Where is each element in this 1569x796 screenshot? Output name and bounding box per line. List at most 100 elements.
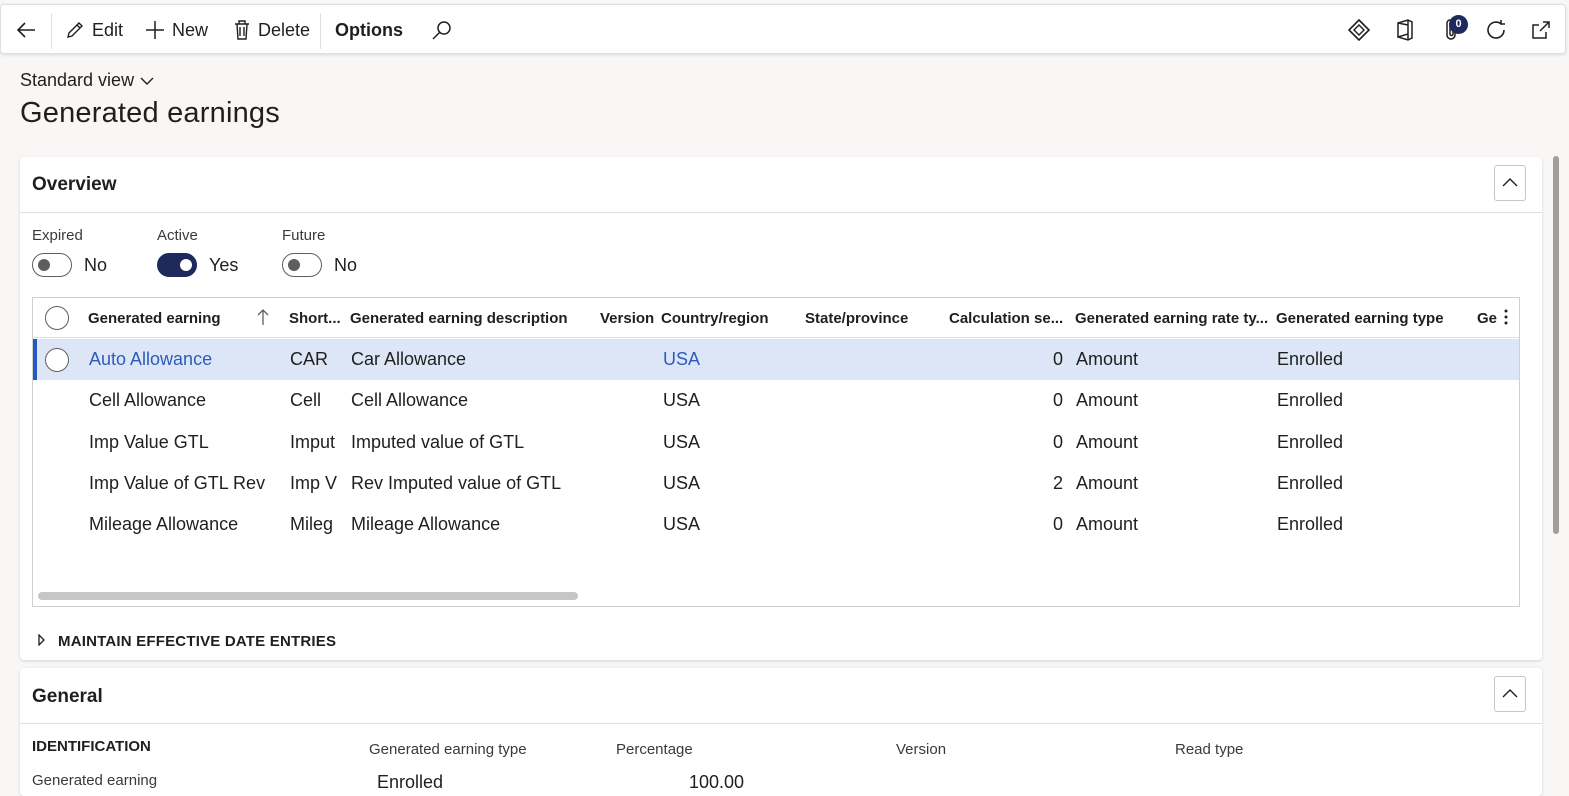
rate-type-cell: Amount bbox=[1076, 473, 1139, 493]
office-button[interactable] bbox=[1394, 5, 1416, 55]
open-new-window-button[interactable] bbox=[1529, 5, 1553, 55]
caret-right-icon bbox=[38, 633, 46, 650]
version-label: Version bbox=[896, 741, 947, 758]
sort-ascending-icon[interactable] bbox=[257, 308, 269, 331]
earning-type-cell: Enrolled bbox=[1277, 514, 1344, 534]
description-cell: Cell Allowance bbox=[351, 390, 469, 410]
column-header-short[interactable]: Short... bbox=[289, 310, 341, 327]
column-header-calculation-sequence[interactable]: Calculation se... bbox=[949, 310, 1063, 327]
options-tab[interactable]: Options bbox=[335, 5, 403, 55]
active-toggle[interactable] bbox=[157, 253, 197, 277]
row-select-radio[interactable] bbox=[45, 348, 69, 372]
diamond-icon bbox=[1347, 18, 1371, 42]
short-name-cell: Imput bbox=[290, 432, 336, 452]
generated-earnings-grid: Generated earning Short... Generated ear… bbox=[32, 297, 1520, 607]
table-row[interactable]: Mileage Allowance Mileg Mileage Allowanc… bbox=[33, 504, 1519, 545]
select-all-radio[interactable] bbox=[45, 306, 69, 330]
power-apps-button[interactable] bbox=[1347, 5, 1371, 55]
calc-seq-cell: 2 bbox=[1052, 473, 1063, 493]
general-card: General IDENTIFICATION Generated earning… bbox=[20, 668, 1542, 796]
filter-label: Expired bbox=[32, 227, 83, 244]
chevron-up-icon bbox=[1502, 174, 1518, 192]
earning-link[interactable]: Auto Allowance bbox=[89, 349, 212, 370]
general-header[interactable]: General bbox=[20, 668, 1542, 724]
toggle-value: No bbox=[334, 254, 358, 275]
search-button[interactable] bbox=[431, 5, 453, 55]
short-name-cell: Imp V bbox=[290, 473, 338, 493]
short-name-cell: CAR bbox=[290, 349, 329, 369]
identification-heading: IDENTIFICATION bbox=[32, 738, 151, 755]
country-cell: USA bbox=[663, 390, 701, 410]
back-button[interactable] bbox=[15, 5, 39, 55]
earning-type-label: Generated earning type bbox=[369, 741, 527, 758]
generated-earning-label: Generated earning bbox=[32, 772, 158, 789]
filter-active: Active Yes bbox=[157, 227, 238, 277]
edit-button[interactable]: Edit bbox=[64, 5, 123, 55]
filter-future: Future No bbox=[282, 227, 357, 277]
horizontal-scrollbar[interactable] bbox=[38, 592, 578, 600]
expired-toggle[interactable] bbox=[32, 253, 72, 277]
earning-type-cell: Enrolled bbox=[1277, 473, 1344, 493]
table-row[interactable]: Imp Value GTL Imput Imputed value of GTL… bbox=[33, 422, 1519, 463]
table-row[interactable]: Cell Allowance Cell Cell Allowance USA 0… bbox=[33, 380, 1519, 421]
toolbar-divider bbox=[320, 13, 321, 49]
calc-seq-cell: 0 bbox=[1052, 432, 1063, 452]
more-options-icon[interactable] bbox=[1503, 308, 1509, 331]
view-label: Standard view bbox=[20, 70, 135, 90]
column-header-version[interactable]: Version bbox=[600, 310, 654, 327]
column-header-rate-type[interactable]: Generated earning rate ty... bbox=[1075, 310, 1268, 327]
rate-type-cell: Amount bbox=[1076, 390, 1139, 410]
table-row[interactable]: Imp Value of GTL Rev Imp V Rev Imputed v… bbox=[33, 463, 1519, 504]
column-header-description[interactable]: Generated earning description bbox=[350, 310, 568, 327]
column-header-country-region[interactable]: Country/region bbox=[661, 310, 769, 327]
earning-type-cell: Enrolled bbox=[1277, 432, 1344, 452]
column-header-more[interactable]: Ge bbox=[1477, 310, 1497, 327]
rate-type-cell: Amount bbox=[1076, 514, 1139, 534]
overview-header[interactable]: Overview bbox=[20, 157, 1542, 213]
general-collapse-button[interactable] bbox=[1494, 676, 1526, 712]
office-icon bbox=[1394, 18, 1416, 42]
calc-seq-cell: 0 bbox=[1052, 514, 1063, 534]
column-header-generated-earning[interactable]: Generated earning bbox=[88, 310, 221, 327]
country-cell: USA bbox=[663, 514, 701, 534]
earning-type-value[interactable]: Enrolled bbox=[377, 772, 443, 793]
vertical-scrollbar[interactable] bbox=[1553, 156, 1559, 534]
overview-collapse-button[interactable] bbox=[1494, 165, 1526, 201]
description-cell: Imputed value of GTL bbox=[351, 432, 525, 452]
earning-cell: Cell Allowance bbox=[89, 390, 207, 410]
pencil-icon bbox=[64, 19, 86, 41]
maintain-label: MAINTAIN EFFECTIVE DATE ENTRIES bbox=[58, 633, 337, 650]
country-link[interactable]: USA bbox=[663, 349, 700, 370]
filter-label: Future bbox=[282, 227, 326, 244]
action-pane: Edit New Delete Options 0 bbox=[0, 4, 1566, 54]
rate-type-cell: Amount bbox=[1076, 349, 1139, 369]
short-name-cell: Cell bbox=[290, 390, 322, 410]
toggle-value: No bbox=[84, 254, 108, 275]
maintain-effective-date-entries[interactable]: MAINTAIN EFFECTIVE DATE ENTRIES bbox=[38, 633, 336, 650]
delete-button[interactable]: Delete bbox=[232, 5, 310, 55]
page-title: Generated earnings bbox=[20, 97, 280, 129]
earning-cell: Imp Value of GTL Rev bbox=[89, 473, 266, 493]
edit-label: Edit bbox=[92, 19, 124, 40]
chevron-down-icon bbox=[140, 70, 154, 91]
column-header-earning-type[interactable]: Generated earning type bbox=[1276, 310, 1444, 327]
future-toggle[interactable] bbox=[282, 253, 322, 277]
plus-icon bbox=[144, 19, 166, 41]
filter-label: Active bbox=[157, 227, 198, 244]
table-row[interactable]: Auto Allowance CAR Car Allowance USA 0 A… bbox=[33, 339, 1519, 380]
options-label: Options bbox=[335, 19, 403, 40]
short-name-cell: Mileg bbox=[290, 514, 334, 534]
percentage-label: Percentage bbox=[616, 741, 693, 758]
filter-expired: Expired No bbox=[32, 227, 107, 277]
rate-type-cell: Amount bbox=[1076, 432, 1139, 452]
percentage-value[interactable]: 100.00 bbox=[689, 772, 744, 793]
view-selector[interactable]: Standard view bbox=[20, 70, 154, 91]
refresh-button[interactable] bbox=[1485, 5, 1509, 55]
country-cell: USA bbox=[663, 432, 701, 452]
new-button[interactable]: New bbox=[144, 5, 208, 55]
calc-seq-cell: 0 bbox=[1052, 390, 1063, 410]
column-header-state-province[interactable]: State/province bbox=[805, 310, 908, 327]
pop-out-icon bbox=[1529, 18, 1553, 42]
overview-card: Overview Expired No Active Yes Future No bbox=[20, 157, 1542, 660]
general-title: General bbox=[32, 686, 103, 707]
